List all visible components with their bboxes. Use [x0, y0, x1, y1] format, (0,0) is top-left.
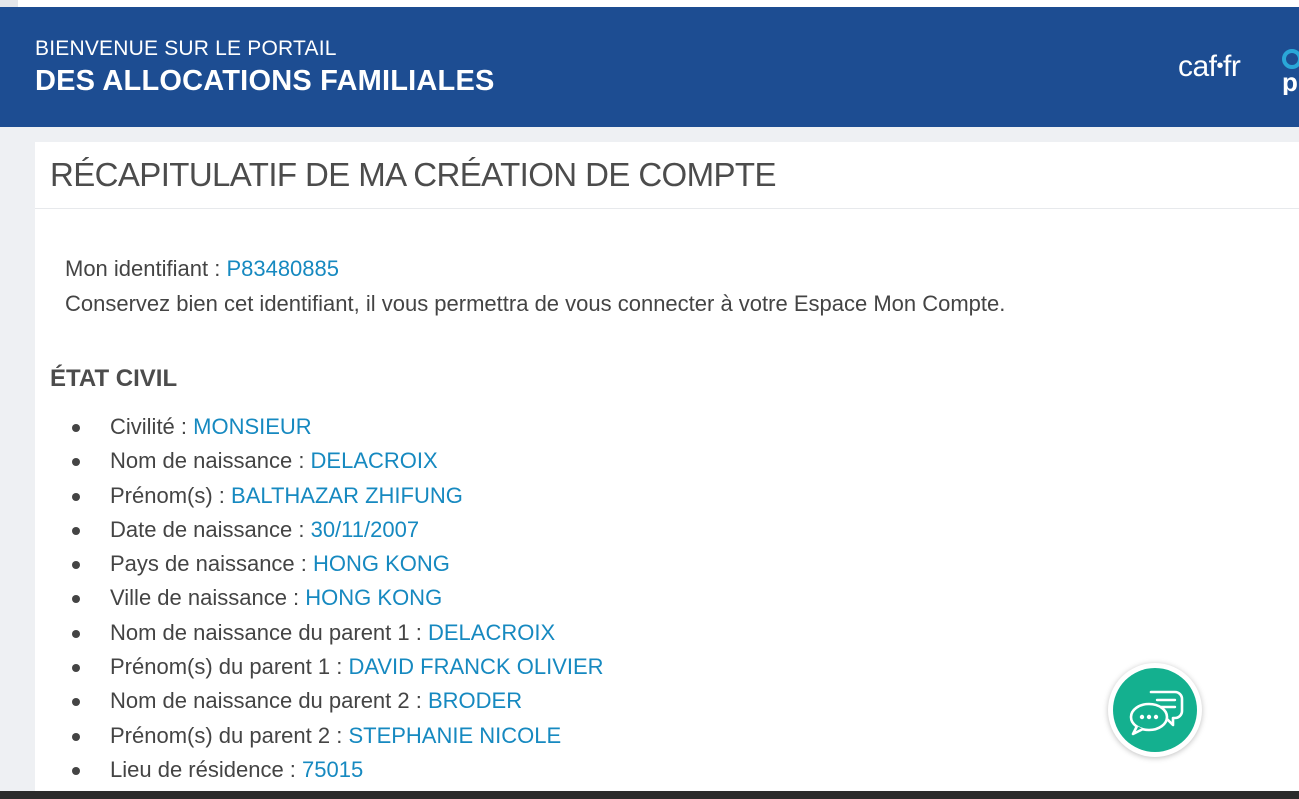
bullet-icon — [72, 664, 80, 673]
list-item: Pays de naissance : HONG KONG — [35, 549, 604, 583]
partner-logo[interactable]: p — [1282, 45, 1299, 95]
list-item: Prénom(s) du parent 2 : STEPHANIE NICOLE — [35, 721, 604, 755]
item-value: DAVID FRANCK OLIVIER — [348, 654, 604, 680]
item-label: Ville de naissance : — [110, 585, 306, 611]
identifier-label: Mon identifiant : — [65, 256, 227, 281]
bullet-icon — [72, 561, 80, 570]
item-value: STEPHANIE NICOLE — [348, 722, 562, 748]
item-label: Nom de naissance du parent 1 : — [110, 619, 428, 645]
list-item: Lieu de résidence : 75015 — [35, 755, 604, 789]
item-value: HONG KONG — [305, 585, 443, 611]
caf-logo-dot: • — [1216, 55, 1224, 77]
item-label: Pays de naissance : — [110, 551, 314, 577]
bullet-icon — [72, 492, 80, 501]
list-item: Prénom(s) : BALTHAZAR ZHIFUNG — [35, 481, 604, 515]
item-value: 30/11/2007 — [310, 516, 420, 542]
top-strip — [0, 0, 1299, 7]
item-label: Lieu de résidence : — [110, 756, 303, 782]
section-title-etat-civil: ÉTAT CIVIL — [50, 365, 178, 392]
etat-civil-list: Civilité : MONSIEUR Nom de naissance : D… — [35, 412, 604, 789]
bullet-icon — [72, 595, 80, 604]
item-label: Date de naissance : — [110, 516, 311, 542]
list-item: Nom de naissance du parent 2 : BRODER — [35, 686, 604, 720]
partner-logo-letter: p — [1282, 67, 1298, 95]
taskbar-edge — [0, 791, 1299, 799]
portal-header: BIENVENUE SUR LE PORTAIL DES ALLOCATIONS… — [0, 7, 1299, 127]
item-label: Prénom(s) du parent 1 : — [110, 654, 349, 680]
partner-logo-ring-icon — [1282, 49, 1299, 69]
bullet-icon — [72, 766, 80, 775]
bullet-icon — [72, 458, 80, 467]
item-label: Prénom(s) du parent 2 : — [110, 722, 349, 748]
bullet-icon — [72, 629, 80, 638]
list-item: Ville de naissance : HONG KONG — [35, 583, 604, 617]
caf-logo-right: fr — [1223, 50, 1241, 83]
bullet-icon — [72, 698, 80, 707]
item-label: Nom de naissance du parent 2 : — [110, 688, 428, 714]
caf-logo-left: caf — [1178, 50, 1217, 83]
bullet-icon — [72, 526, 80, 535]
item-value: 75015 — [302, 756, 364, 782]
bullet-icon — [72, 424, 80, 432]
item-value: MONSIEUR — [193, 414, 312, 439]
identifier-line: Mon identifiant : P83480885 — [65, 256, 339, 282]
header-portal-title: DES ALLOCATIONS FAMILIALES — [35, 65, 495, 97]
chat-button-inner — [1113, 668, 1197, 752]
item-label: Civilité : — [110, 414, 194, 439]
title-divider — [35, 208, 1299, 209]
page-title: RÉCAPITULATIF DE MA CRÉATION DE COMPTE — [50, 156, 776, 193]
item-value: HONG KONG — [313, 551, 450, 577]
list-item: Nom de naissance du parent 1 : DELACROIX — [35, 618, 604, 652]
chat-button[interactable] — [1108, 663, 1202, 757]
item-value: DELACROIX — [427, 619, 556, 645]
item-label: Prénom(s) : — [110, 482, 232, 508]
browser-tab-edge — [0, 0, 18, 7]
chat-bubbles-icon — [1129, 690, 1184, 736]
list-item: Civilité : MONSIEUR — [35, 412, 604, 446]
identifier-note: Conservez bien cet identifiant, il vous … — [65, 291, 1006, 316]
list-item: Nom de naissance : DELACROIX — [35, 446, 604, 480]
header-welcome-text: BIENVENUE SUR LE PORTAIL — [35, 37, 337, 60]
item-value: BRODER — [427, 688, 523, 714]
list-item: Date de naissance : 30/11/2007 — [35, 515, 604, 549]
caf-logo[interactable]: caf•fr — [1178, 50, 1241, 84]
item-value: BALTHAZAR ZHIFUNG — [231, 482, 463, 508]
item-label: Nom de naissance : — [110, 448, 311, 474]
list-item: Prénom(s) du parent 1 : DAVID FRANCK OLI… — [35, 652, 604, 686]
bullet-icon — [72, 732, 80, 741]
identifier-value: P83480885 — [226, 256, 339, 281]
item-value: DELACROIX — [310, 448, 438, 474]
